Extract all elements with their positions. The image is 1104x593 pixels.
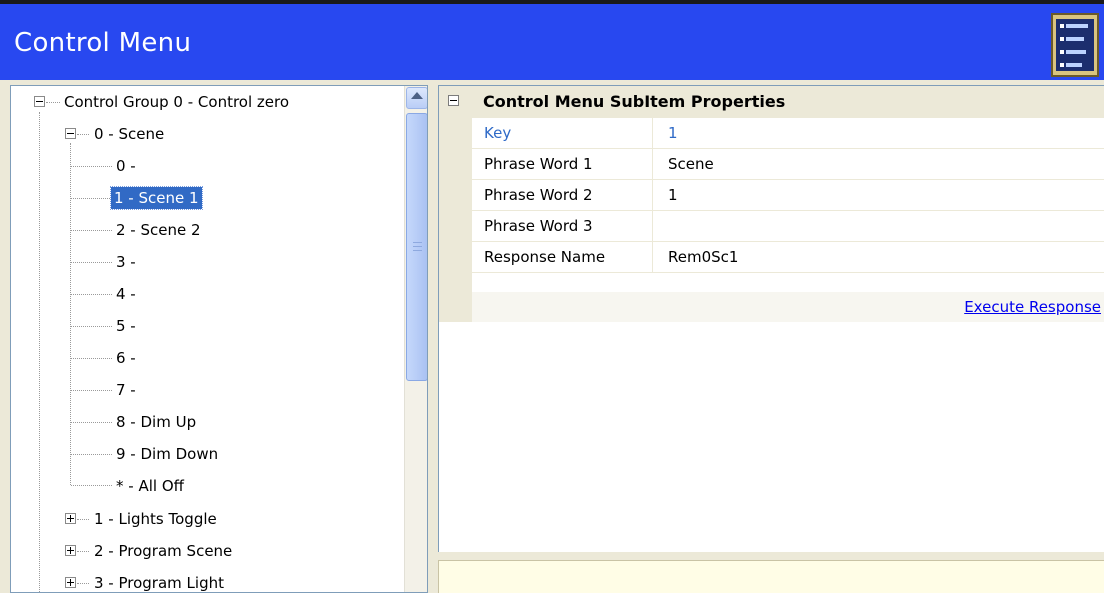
tree-group-node[interactable]: 2 - Program Scene [91, 540, 235, 562]
grip-line [413, 246, 422, 247]
tree-connector [71, 422, 112, 423]
property-row-key[interactable]: Key 1 [472, 118, 1104, 149]
tree-connector [71, 390, 112, 391]
property-key-label: Phrase Word 2 [472, 180, 653, 210]
tree-connector [77, 519, 89, 520]
tree-connector [71, 454, 112, 455]
tree-item-node[interactable]: 3 - [113, 251, 139, 273]
tree-item-node[interactable]: 0 - [113, 155, 139, 177]
tree-connector [71, 358, 112, 359]
property-key-label: Phrase Word 3 [472, 211, 653, 241]
tree-item-node[interactable]: 2 - Scene 2 [113, 219, 204, 241]
expander-expand-icon[interactable] [65, 513, 76, 524]
tree-item-node[interactable]: 4 - [113, 283, 139, 305]
property-key-label: Phrase Word 1 [472, 149, 653, 179]
tree-item-node[interactable]: 5 - [113, 315, 139, 337]
tree-connector [77, 551, 89, 552]
tree-connector [71, 166, 112, 167]
expander-collapse-icon[interactable] [65, 128, 76, 139]
property-phrase-word-1-value[interactable]: Scene [654, 149, 1104, 179]
property-row-response-name[interactable]: Response Name Rem0Sc1 [472, 242, 1104, 273]
property-row-phrase-word-3[interactable]: Phrase Word 3 [472, 211, 1104, 242]
tree-item-node[interactable]: 8 - Dim Up [113, 411, 199, 433]
property-category-header[interactable]: Control Menu SubItem Properties [439, 86, 1104, 118]
tree-connector [77, 134, 89, 135]
scroll-thumb[interactable] [406, 113, 427, 381]
property-key-label: Response Name [472, 242, 653, 272]
category-collapse-icon[interactable] [448, 95, 459, 106]
window-title: Control Menu [14, 28, 192, 58]
tree-item-node[interactable]: * - All Off [113, 475, 187, 497]
property-description-panel [438, 560, 1104, 593]
property-key-value[interactable]: 1 [654, 118, 1104, 148]
property-commands-row: Execute Response [472, 292, 1104, 322]
tree-connector [71, 294, 112, 295]
tree-connector [71, 198, 110, 199]
tree-root-node[interactable]: Control Group 0 - Control zero [61, 91, 292, 113]
tree-connector [71, 485, 112, 486]
expander-collapse-icon[interactable] [34, 96, 45, 107]
grip-line [413, 242, 422, 243]
tree-connector [46, 102, 60, 103]
scroll-up-button[interactable] [406, 87, 427, 109]
property-phrase-word-2-value[interactable]: 1 [654, 180, 1104, 210]
property-key-label: Key [472, 118, 653, 148]
tree-connector [71, 230, 112, 231]
control-tree[interactable]: Control Group 0 - Control zero 0 - Scene… [10, 85, 428, 593]
tree-connector [77, 583, 89, 584]
tree-group-node[interactable]: 0 - Scene [91, 123, 167, 145]
title-bar: Control Menu [0, 0, 1104, 80]
tree-item-node[interactable]: 7 - [113, 379, 139, 401]
tree-connector [71, 262, 112, 263]
property-row-phrase-word-1[interactable]: Phrase Word 1 Scene [472, 149, 1104, 180]
expander-expand-icon[interactable] [65, 545, 76, 556]
tree-group-node[interactable]: 1 - Lights Toggle [91, 508, 220, 530]
expander-expand-icon[interactable] [65, 577, 76, 588]
tree-scrollbar[interactable] [404, 86, 427, 592]
grip-line [413, 250, 422, 251]
tree-item-node-selected[interactable]: 1 - Scene 1 [110, 186, 203, 210]
tree-group-node[interactable]: 3 - Program Light [91, 572, 227, 592]
property-grid: Control Menu SubItem Properties Key 1 Ph… [438, 85, 1104, 552]
chevron-up-icon [411, 92, 423, 99]
property-gutter [439, 118, 472, 322]
tree-item-node[interactable]: 9 - Dim Down [113, 443, 221, 465]
control-panel-icon [1051, 13, 1099, 77]
property-category-title: Control Menu SubItem Properties [483, 92, 786, 111]
tree-connector [71, 326, 112, 327]
property-row-phrase-word-2[interactable]: Phrase Word 2 1 [472, 180, 1104, 211]
tree-connector [70, 143, 71, 485]
tree-connector [39, 112, 40, 592]
property-phrase-word-3-value[interactable] [654, 211, 1104, 241]
execute-response-link[interactable]: Execute Response [964, 292, 1101, 322]
property-response-name-value[interactable]: Rem0Sc1 [654, 242, 1104, 272]
tree-item-node[interactable]: 6 - [113, 347, 139, 369]
